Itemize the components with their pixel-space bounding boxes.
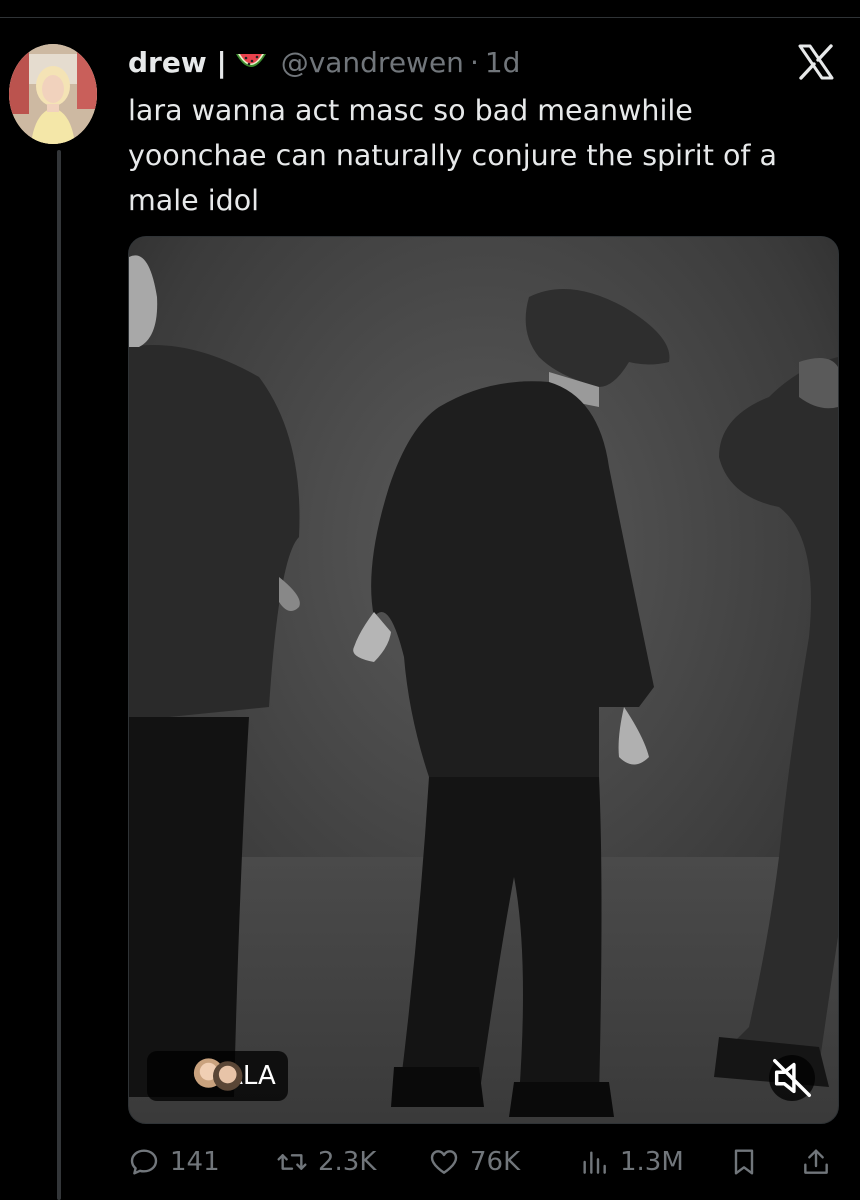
author-handle[interactable]: @vandrewen [281, 46, 464, 79]
media-source-badge[interactable]: GALA [147, 1051, 288, 1101]
share-icon [804, 1149, 828, 1174]
reply-icon [130, 1149, 158, 1175]
divider [0, 17, 860, 18]
separator: · [469, 45, 479, 79]
tweet-header: drew | @vandrewen · 1d [128, 44, 520, 80]
source-avatars-icon [159, 1058, 243, 1093]
x-logo-icon[interactable] [797, 44, 835, 80]
avatar[interactable] [9, 44, 97, 144]
bookmark-icon [734, 1149, 754, 1175]
like-count: 76K [470, 1147, 521, 1177]
views-icon [583, 1151, 606, 1174]
views-count: 1.3M [620, 1147, 684, 1177]
like-icon [430, 1150, 458, 1174]
tweet-actions: 141 2.3K 76K 1.3M [128, 1140, 840, 1184]
reply-button[interactable]: 141 [128, 1140, 220, 1184]
bookmark-button[interactable] [728, 1140, 770, 1184]
tweet-video[interactable]: GALA [128, 236, 839, 1124]
tweet-text: lara wanna act masc so bad meanwhile yoo… [128, 94, 777, 217]
timestamp[interactable]: 1d [485, 46, 521, 79]
author-name[interactable]: drew | [128, 46, 227, 79]
repost-icon [277, 1154, 307, 1170]
like-button[interactable]: 76K [428, 1140, 520, 1184]
repost-count: 2.3K [318, 1147, 377, 1177]
watermelon-emoji [233, 46, 269, 78]
video-frame [129, 237, 838, 1123]
thread-line [57, 150, 61, 1200]
share-button[interactable] [800, 1140, 842, 1184]
mute-icon [773, 1059, 811, 1097]
views-button[interactable]: 1.3M [578, 1140, 684, 1184]
repost-button[interactable]: 2.3K [276, 1140, 376, 1184]
mute-button[interactable] [769, 1055, 815, 1101]
reply-count: 141 [170, 1147, 220, 1177]
